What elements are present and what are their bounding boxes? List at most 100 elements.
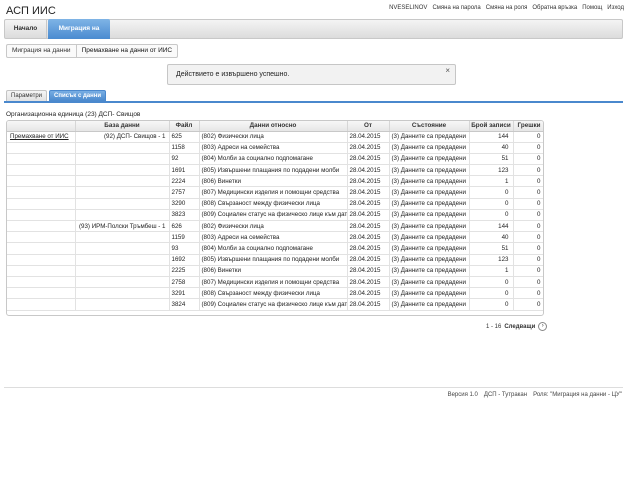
cell-action [7,298,76,311]
nav-tab-home[interactable]: Начало [5,19,47,39]
col-header-data-about[interactable]: Данни относно [199,121,348,132]
table-row[interactable]: 1691 (805) Извършени плащания по подадени… [7,164,543,177]
main-navbar: Начало Миграция на данни [4,19,623,52]
success-alert: Действието е извършено успешно. × [167,64,456,85]
cell-data-about: (804) Молби за социално подпомагане [199,242,348,255]
cell-record-count: 51 [469,242,514,255]
cell-errors: 0 [513,220,543,233]
col-header-errors[interactable]: Грешки [513,121,543,132]
cell-file: 2758 [169,276,200,289]
table-row[interactable]: 2758 (807) Медицински изделия и помощни с… [7,276,543,289]
col-header-record-count[interactable]: Брой записи [469,121,514,132]
cell-database [75,287,170,300]
nav-tab-migration[interactable]: Миграция на данни [48,19,110,52]
table-row[interactable]: 1692 (805) Извършени плащания по подадени… [7,254,543,266]
footer-divider [4,387,623,388]
cell-status: (3) Данните са предадени [389,298,470,311]
cell-from: 28.04.2015 [347,209,390,222]
cell-database [75,175,170,188]
cell-database [75,198,170,210]
table-header: База данни Файл Данни относно От Състоян… [7,121,543,132]
cell-database [75,209,170,222]
cell-database [75,298,170,311]
cell-from: 28.04.2015 [347,186,390,199]
col-header-status[interactable]: Състояние [389,121,470,132]
table-row[interactable]: 3291 (808) Свързаност между физически лиц… [7,287,543,300]
cell-action [7,220,76,233]
cell-action [7,276,76,289]
cell-from: 28.04.2015 [347,298,390,311]
pager-next-button[interactable]: Следващи [504,324,535,330]
cell-status: (3) Данните са предадени [389,254,470,266]
tab-parameters[interactable]: Параметри [6,90,48,101]
cell-database [75,231,170,244]
col-header-database[interactable]: База данни [75,121,170,132]
table-row[interactable]: 2224 (806) Винетки 28.04.2015 (3) Данните с… [7,175,543,188]
help-link[interactable]: Помощ [582,5,602,11]
cell-file: 1159 [169,231,200,244]
col-header-file[interactable]: Файл [169,121,200,132]
table-row[interactable]: 3823 (809) Социален статус на физическо л… [7,209,543,222]
data-grid: База данни Файл Данни относно От Състоян… [6,120,544,316]
tab-data-list[interactable]: Списък с данни [49,90,107,101]
change-password-link[interactable]: Смяна на парола [432,5,480,11]
cell-file: 2757 [169,186,200,199]
cell-action [7,142,76,154]
close-icon[interactable]: × [445,66,450,75]
cell-status: (3) Данните са предадени [389,186,470,199]
cell-action: Премахване от ИИС [7,131,76,143]
table-row[interactable]: 1159 (803) Адреси на семейства 28.04.2015(… [7,231,543,244]
cell-action [7,209,76,222]
logout-link[interactable]: Изход [607,5,624,11]
cell-record-count: 123 [469,254,514,266]
cell-data-about: (809) Социален статус на физическо лице … [199,298,348,311]
cell-from: 28.04.2015 [347,276,390,289]
subtabs: Параметри Списък с данни [6,90,107,101]
chevron-right-icon[interactable]: › [538,322,548,331]
table-row[interactable]: 92 (804) Молби за социално подпомагане 28.… [7,153,543,166]
cell-errors: 0 [513,186,543,199]
cell-file: 3291 [169,287,200,300]
change-role-link[interactable]: Смяна на роля [486,5,528,11]
cell-file: 92 [169,153,200,166]
cell-data-about: (802) Физически лица [199,131,348,143]
cell-action [7,254,76,266]
cell-data-about: (807) Медицински изделия и помощни средс… [199,186,348,199]
cell-record-count: 1 [469,265,514,277]
cell-from: 28.04.2015 [347,231,390,244]
breadcrumb: Миграция на данни Премахване на данни от… [6,44,179,58]
username-link[interactable]: NVESELINOV [389,5,427,11]
table-row[interactable]: 3290 (808) Свързаност между физически лиц… [7,198,543,210]
cell-status: (3) Данните са предадени [389,198,470,210]
cell-record-count: 0 [469,298,514,311]
col-header-from[interactable]: От [347,121,390,132]
table-row[interactable]: 3824 (809) Социален статус на физическо л… [7,298,543,311]
cell-database [75,153,170,166]
cell-data-about: (803) Адреси на семейства [199,142,348,154]
table-row[interactable]: 93 (804) Молби за социално подпомагане 28.… [7,242,543,255]
cell-data-about: (805) Извършени плащания по подадени мол… [199,164,348,177]
breadcrumb-migration[interactable]: Миграция на данни [7,45,77,57]
cell-from: 28.04.2015 [347,242,390,255]
table-row[interactable]: (93) ИРМ-Полски Тръмбеш - 1 626 (802) Физи… [7,220,543,233]
cell-errors: 0 [513,175,543,188]
footer: Версия 1.0 ДСП - Тутракан Роля: "Миграци… [448,392,622,398]
cell-file: 3823 [169,209,200,222]
cell-data-about: (808) Свързаност между физически лица [199,287,348,300]
feedback-link[interactable]: Обратна връзка [532,5,577,11]
cell-status: (3) Данните са предадени [389,142,470,154]
table-row[interactable]: Премахване от ИИС (92) ДСП- Свищов - 1 625… [7,131,543,143]
cell-database [75,242,170,255]
remove-from-iis-link[interactable]: Премахване от ИИС [10,133,69,140]
cell-status: (3) Данните са предадени [389,164,470,177]
cell-data-about: (802) Физически лица [199,220,348,233]
cell-from: 28.04.2015 [347,265,390,277]
cell-status: (3) Данните са предадени [389,276,470,289]
footer-unit: ДСП - Тутракан [483,392,528,398]
table-row[interactable]: 2757 (807) Медицински изделия и помощни с… [7,186,543,199]
table-row[interactable]: 1158 (803) Адреси на семейства 28.04.2015(… [7,142,543,154]
cell-errors: 0 [513,131,543,143]
cell-record-count: 40 [469,231,514,244]
cell-data-about: (806) Винетки [199,175,348,188]
table-row[interactable]: 2225 (806) Винетки 28.04.2015 (3) Данните с… [7,265,543,277]
